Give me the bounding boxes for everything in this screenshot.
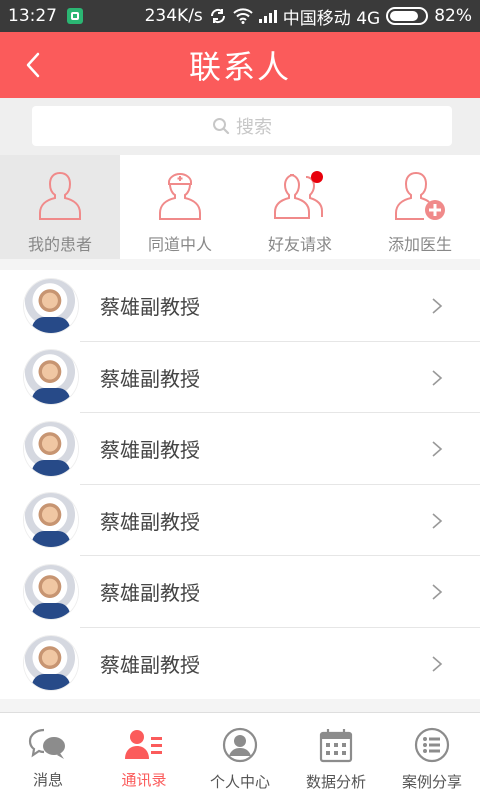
nav-contacts[interactable]: 通讯录	[96, 713, 192, 800]
nav-label: 案例分享	[401, 773, 462, 791]
contacts-icon	[125, 730, 162, 759]
sync-icon	[210, 8, 225, 24]
tab-friend-requests[interactable]: 好友请求	[240, 155, 360, 259]
list-item[interactable]: 蔡雄副教授	[0, 485, 480, 556]
avatar	[24, 493, 78, 548]
nav-label: 消息	[32, 771, 63, 789]
avatar	[24, 278, 78, 333]
contact-name: 蔡雄副教授	[100, 581, 200, 606]
calendar-icon	[319, 729, 353, 763]
contact-name: 蔡雄副教授	[100, 438, 200, 463]
avatar	[24, 564, 78, 619]
nav-case-sharing[interactable]: 案例分享	[384, 713, 480, 800]
chat-icon	[28, 728, 65, 759]
tab-label: 同道中人	[147, 235, 212, 254]
tab-label: 我的患者	[27, 235, 92, 254]
carrier-name: 中国移动 4G	[282, 8, 381, 29]
contact-name: 蔡雄副教授	[100, 295, 200, 320]
search-placeholder: 搜索	[236, 117, 272, 138]
nav-label: 个人中心	[209, 773, 270, 791]
chevron-right-icon	[432, 441, 443, 457]
list-item[interactable]: 蔡雄副教授	[0, 413, 480, 485]
nav-messages[interactable]: 消息	[0, 713, 96, 800]
person-icon	[39, 171, 81, 220]
list-item[interactable]: 蔡雄副教授	[0, 556, 480, 628]
avatar	[24, 636, 78, 691]
battery-percent: 82%	[434, 6, 472, 26]
page-title: 联系人	[188, 48, 291, 86]
security-shield-icon	[67, 8, 83, 24]
nav-label: 通讯录	[121, 771, 167, 789]
status-time: 13:27	[8, 6, 57, 26]
chevron-right-icon	[432, 298, 443, 314]
signal-icon	[258, 9, 277, 23]
list-item[interactable]: 蔡雄副教授	[0, 628, 480, 700]
list-item[interactable]: 蔡雄副教授	[0, 342, 480, 413]
tab-my-patients[interactable]: 我的患者	[0, 155, 120, 259]
list-icon	[414, 727, 450, 763]
friends-request-icon	[274, 171, 323, 219]
back-arrow-icon[interactable]	[16, 46, 54, 84]
nav-profile[interactable]: 个人中心	[192, 713, 288, 800]
doctor-icon	[159, 172, 201, 220]
contact-name: 蔡雄副教授	[100, 366, 200, 391]
contact-name: 蔡雄副教授	[100, 509, 200, 534]
tab-colleagues[interactable]: 同道中人	[120, 155, 240, 259]
battery-icon	[386, 7, 429, 25]
avatar	[24, 421, 78, 476]
nav-data-analysis[interactable]: 数据分析	[288, 713, 384, 800]
bottom-navigation: 消息 通讯录 个人中心 数据分析 案例分享	[0, 712, 480, 800]
chevron-right-icon	[432, 369, 443, 386]
network-speed: 234K/s	[144, 6, 203, 26]
tab-label: 添加医生	[387, 235, 452, 254]
add-doctor-icon	[395, 172, 445, 220]
profile-icon	[222, 727, 258, 763]
chevron-right-icon	[432, 584, 443, 600]
tab-add-doctor[interactable]: 添加医生	[360, 155, 480, 259]
category-tabs: 我的患者 同道中人 好友请求 添加医生	[0, 155, 480, 259]
chevron-right-icon	[432, 512, 443, 529]
search-icon	[213, 118, 230, 135]
status-bar: 13:27 234K/s 中国移动 4G 82%	[0, 0, 480, 32]
avatar	[24, 350, 78, 405]
contact-list: 蔡雄副教授 蔡雄副教授 蔡雄副教授 蔡雄副教授 蔡雄副教授 蔡雄副教授	[0, 270, 480, 699]
search-area: 搜索	[0, 98, 480, 155]
chevron-right-icon	[432, 655, 443, 672]
app-header: 联系人	[0, 32, 480, 98]
list-item[interactable]: 蔡雄副教授	[0, 270, 480, 342]
nav-label: 数据分析	[305, 773, 366, 791]
contact-name: 蔡雄副教授	[100, 652, 200, 677]
wifi-icon	[233, 8, 253, 24]
search-input[interactable]: 搜索	[32, 106, 452, 146]
tab-label: 好友请求	[267, 235, 332, 254]
